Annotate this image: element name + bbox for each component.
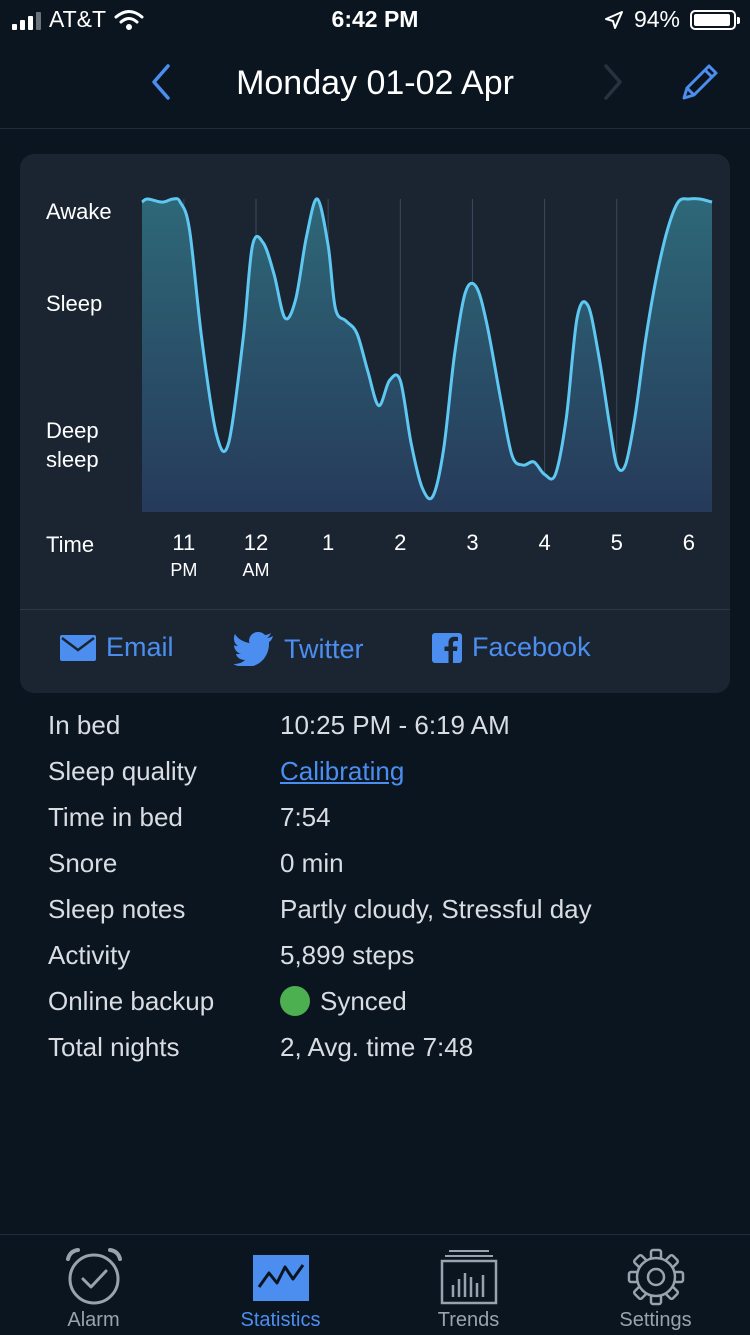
detail-row-sleep-quality: Sleep quality Calibrating <box>48 752 728 798</box>
detail-label: Activity <box>48 940 131 970</box>
detail-value: 0 min <box>280 848 344 878</box>
detail-value: 5,899 steps <box>280 940 415 970</box>
status-bar: AT&T 6:42 PM 94% <box>0 0 750 42</box>
share-twitter-label: Twitter <box>284 633 364 664</box>
tab-label: Trends <box>437 1309 500 1331</box>
card-divider <box>20 609 730 610</box>
detail-value: 10:25 PM - 6:19 AM <box>280 710 510 740</box>
status-right: 94% <box>604 6 740 33</box>
detail-label: Time in bed <box>48 802 183 832</box>
location-arrow-icon <box>604 10 623 29</box>
x-tick-label: 5 <box>610 530 623 555</box>
x-tick-sublabel: PM <box>170 560 198 580</box>
detail-row-time-in-bed: Time in bed 7:54 <box>48 798 728 844</box>
x-tick-sublabel: AM <box>242 560 270 580</box>
detail-value-synced: Synced <box>280 986 407 1017</box>
nav-header: Monday 01-02 Apr <box>0 42 750 129</box>
y-label-deep-sleep: Deep sleep <box>46 418 99 472</box>
x-tick-label: 12 <box>243 530 269 555</box>
twitter-bird-icon <box>234 632 273 666</box>
y-label-sleep: Sleep <box>46 291 103 316</box>
tab-trends[interactable]: Trends <box>375 1235 562 1335</box>
synced-status-dot <box>280 986 310 1016</box>
detail-label: Snore <box>48 848 118 878</box>
detail-row-total-nights: Total nights 2, Avg. time 7:48 <box>48 1028 728 1074</box>
trends-icon <box>440 1250 497 1305</box>
detail-label: Sleep quality <box>48 756 197 786</box>
y-label-awake: Awake <box>46 199 112 224</box>
detail-row-sleep-notes: Sleep notes Partly cloudy, Stressful day <box>48 890 728 936</box>
x-tick-label: 6 <box>682 530 696 555</box>
detail-label: Total nights <box>48 1032 180 1062</box>
x-tick-label: 11 <box>172 530 196 555</box>
detail-value: 7:54 <box>280 802 331 832</box>
tab-statistics[interactable]: Statistics <box>187 1235 374 1335</box>
envelope-icon <box>60 634 96 661</box>
synced-label: Synced <box>320 986 407 1016</box>
detail-row-in-bed: In bed 10:25 PM - 6:19 AM <box>48 706 728 752</box>
share-twitter-button[interactable]: Twitter <box>234 632 364 666</box>
tab-alarm[interactable]: Alarm <box>0 1235 187 1335</box>
x-tick-label: 2 <box>394 530 407 555</box>
x-tick-label: 3 <box>466 530 479 555</box>
gear-icon <box>627 1248 684 1306</box>
battery-percent: 94% <box>633 6 680 32</box>
tab-label: Settings <box>619 1309 692 1331</box>
facebook-icon <box>432 632 462 663</box>
share-facebook-button[interactable]: Facebook <box>432 632 591 663</box>
detail-value: Partly cloudy, Stressful day <box>280 894 592 924</box>
tab-settings[interactable]: Settings <box>562 1235 749 1335</box>
tab-bar: Alarm Statistics Trends Settings <box>0 1234 750 1335</box>
chevron-right-icon[interactable] <box>590 60 634 104</box>
detail-value: 2, Avg. time 7:48 <box>280 1032 474 1062</box>
detail-row-activity: Activity 5,899 steps <box>48 936 728 982</box>
page-title: Monday 01-02 Apr <box>236 64 514 102</box>
alarm-clock-icon <box>65 1248 122 1305</box>
share-email-label: Email <box>106 632 174 662</box>
calibrating-link[interactable]: Calibrating <box>280 756 404 787</box>
x-axis-label: Time <box>46 532 95 557</box>
detail-row-online-backup: Online backup Synced <box>48 982 728 1028</box>
sleep-chart-card: Awake Sleep Deep sleep Time 11 PM 12 AM 1 2 3 4… <box>20 154 730 693</box>
statistics-icon <box>252 1255 309 1301</box>
pencil-icon[interactable] <box>676 58 724 106</box>
tab-label: Statistics <box>240 1309 321 1331</box>
battery-icon <box>690 9 740 30</box>
share-email-button[interactable]: Email <box>60 632 174 663</box>
x-tick-label: 4 <box>538 530 551 555</box>
detail-row-snore: Snore 0 min <box>48 844 728 890</box>
detail-label: Online backup <box>48 986 215 1016</box>
share-facebook-label: Facebook <box>472 632 591 662</box>
x-tick-label: 1 <box>322 530 335 555</box>
tab-label: Alarm <box>67 1309 120 1331</box>
detail-label: Sleep notes <box>48 894 186 924</box>
detail-label: In bed <box>48 710 121 740</box>
